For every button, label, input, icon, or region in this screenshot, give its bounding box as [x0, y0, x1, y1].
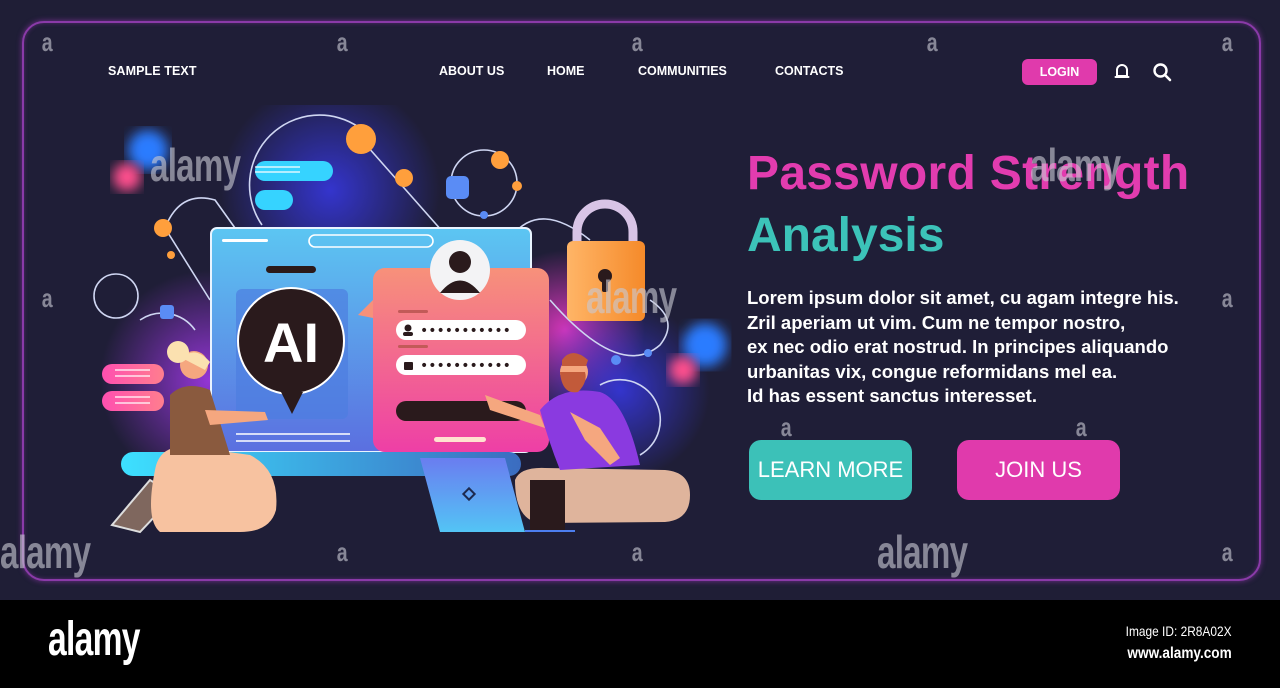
login-card: ••••••••••• •••••••••••	[358, 240, 549, 452]
network-node	[611, 355, 621, 365]
network-node	[512, 181, 522, 191]
nav-link-about-us[interactable]: ABOUT US	[439, 64, 504, 78]
nav-link-home[interactable]: HOME	[547, 64, 585, 78]
learn-more-button[interactable]: LEARN MORE	[749, 440, 912, 500]
stock-footer-bar	[0, 600, 1280, 688]
search-button[interactable]	[1151, 61, 1173, 83]
network-node	[154, 219, 172, 237]
speed-bar	[255, 161, 333, 181]
hero-title-line1: Password Strength	[747, 147, 1190, 200]
ai-label: AI	[263, 311, 319, 374]
network-node	[446, 176, 469, 199]
description-line: ex nec odio erat nostrud. In principes a…	[747, 336, 1169, 358]
page-canvas: SAMPLE TEXT ABOUT US HOME COMMUNITIES CO…	[0, 0, 1280, 600]
description-line: Id has essent sanctus interesset.	[747, 385, 1037, 407]
brand-logo[interactable]: SAMPLE TEXT	[108, 64, 197, 78]
description-line: urbanitas vix, congue reformidans mel ea…	[747, 360, 1118, 382]
username-mask: •••••••••••	[420, 323, 511, 339]
network-node	[160, 305, 174, 319]
description-line: Zril aperiam ut vim. Cum ne tempor nostr…	[747, 311, 1126, 333]
network-node	[480, 211, 488, 219]
hero-description: Lorem ipsum dolor sit amet, cu agam inte…	[747, 286, 1227, 409]
bokeh-dot	[128, 130, 168, 170]
bell-icon	[1114, 64, 1130, 78]
search-icon	[1153, 63, 1172, 82]
notifications-button[interactable]	[1111, 61, 1133, 83]
network-node	[167, 251, 175, 259]
chat-pill	[102, 391, 164, 411]
hero-title-line2: Analysis	[747, 209, 945, 262]
network-node	[491, 151, 509, 169]
bokeh-dot	[669, 356, 697, 384]
chat-pill	[102, 364, 164, 384]
network-node	[395, 169, 413, 187]
description-line: Lorem ipsum dolor sit amet, cu agam inte…	[747, 287, 1179, 308]
footer-logo: alamy	[48, 613, 140, 666]
login-button[interactable]: LOGIN	[1022, 59, 1097, 85]
footer-url[interactable]: www.alamy.com	[1128, 645, 1232, 663]
password-mask: •••••••••••	[420, 358, 511, 374]
nav-link-contacts[interactable]: CONTACTS	[775, 64, 844, 78]
footer-image-id: Image ID: 2R8A02X	[1126, 623, 1232, 639]
nav-link-communities[interactable]: COMMUNITIES	[638, 64, 727, 78]
bokeh-dot	[113, 163, 141, 191]
speed-bar	[255, 190, 293, 210]
network-node	[346, 124, 376, 154]
join-us-button[interactable]: JOIN US	[957, 440, 1120, 500]
network-node	[644, 349, 652, 357]
padlock	[567, 199, 645, 321]
hero-illustration: AI ••••••••••• •••••••••••	[93, 105, 727, 534]
